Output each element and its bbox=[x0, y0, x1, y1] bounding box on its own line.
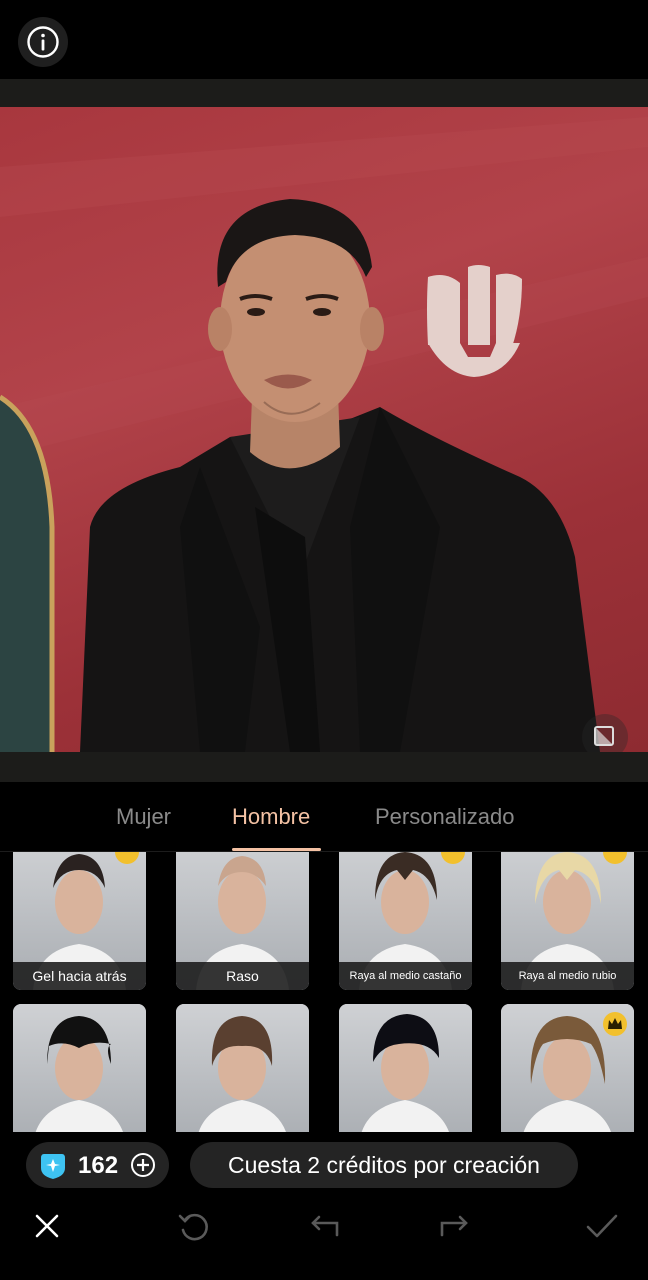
premium-crown-icon bbox=[603, 1012, 627, 1036]
hairstyle-grid: Gel hacia atrás Raso Raya al medio casta… bbox=[0, 852, 648, 1132]
hairstyle-card[interactable] bbox=[13, 1004, 146, 1132]
compare-icon bbox=[594, 726, 614, 746]
reset-icon bbox=[178, 1213, 208, 1241]
reset-button[interactable] bbox=[174, 1206, 214, 1246]
active-tab-indicator bbox=[232, 848, 321, 851]
apply-button[interactable] bbox=[582, 1206, 622, 1246]
hairstyle-thumbnail bbox=[35, 1016, 123, 1132]
add-credits-icon[interactable] bbox=[130, 1152, 156, 1178]
credit-gem-icon bbox=[41, 1154, 65, 1179]
hairstyle-card[interactable] bbox=[176, 1004, 309, 1132]
hairstyle-card[interactable]: Raya al medio castaño bbox=[339, 852, 472, 990]
hairstyle-card[interactable]: Raso bbox=[176, 852, 309, 990]
redo-icon bbox=[440, 1215, 468, 1237]
hairstyle-thumbnail bbox=[198, 1016, 286, 1132]
close-button[interactable] bbox=[27, 1206, 67, 1246]
hairstyle-card[interactable] bbox=[501, 1004, 634, 1132]
photo-bottom-strip bbox=[0, 752, 648, 782]
hairstyle-card[interactable]: Raya al medio rubio bbox=[501, 852, 634, 990]
tab-hombre[interactable]: Hombre bbox=[232, 804, 310, 830]
check-icon bbox=[586, 1214, 618, 1238]
hairstyle-label: Gel hacia atrás bbox=[13, 962, 146, 990]
bottom-toolbar bbox=[0, 1196, 648, 1256]
close-icon bbox=[35, 1214, 59, 1238]
photo-preview bbox=[0, 107, 648, 752]
hairstyle-label: Raso bbox=[176, 962, 309, 990]
credits-count: 162 bbox=[78, 1152, 119, 1179]
hairstyle-card[interactable]: Gel hacia atrás bbox=[13, 852, 146, 990]
hairstyle-label: Raya al medio castaño bbox=[339, 962, 472, 990]
hairstyle-thumbnail bbox=[361, 1014, 449, 1132]
portrait-image bbox=[0, 117, 648, 752]
undo-button[interactable] bbox=[305, 1206, 345, 1246]
credits-pill[interactable]: 162 bbox=[26, 1142, 169, 1188]
hairstyle-card[interactable] bbox=[339, 1004, 472, 1132]
top-bar bbox=[0, 0, 648, 79]
tab-mujer[interactable]: Mujer bbox=[116, 804, 171, 830]
category-tabs: Mujer Hombre Personalizado bbox=[0, 782, 648, 852]
background-logo bbox=[427, 265, 522, 377]
redo-button[interactable] bbox=[434, 1206, 474, 1246]
tab-personalizado[interactable]: Personalizado bbox=[375, 804, 514, 830]
photo-top-strip bbox=[0, 79, 648, 107]
undo-icon bbox=[311, 1215, 339, 1237]
info-icon bbox=[27, 26, 59, 58]
cost-info: Cuesta 2 créditos por creación bbox=[190, 1142, 578, 1188]
hairstyle-label: Raya al medio rubio bbox=[501, 962, 634, 990]
info-button[interactable] bbox=[18, 17, 68, 67]
